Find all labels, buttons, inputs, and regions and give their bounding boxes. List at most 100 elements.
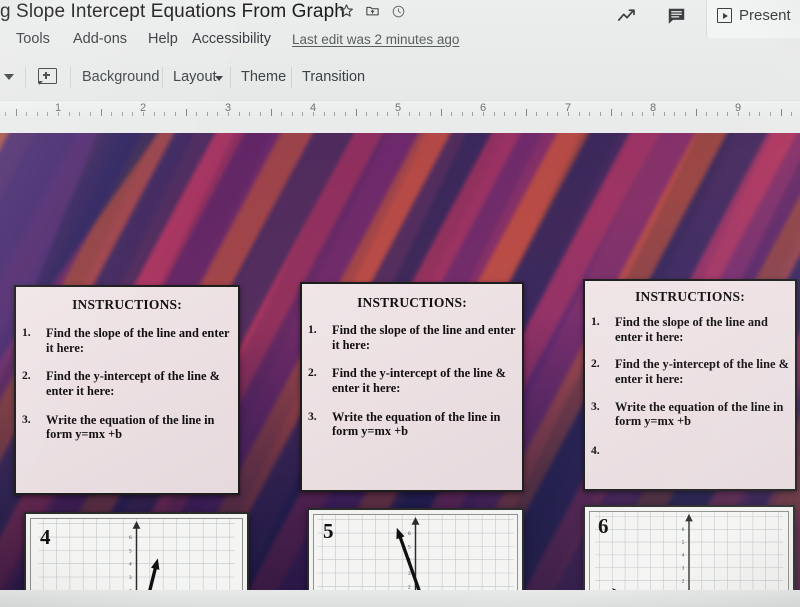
- last-edit-status[interactable]: Last edit was 2 minutes ago: [292, 32, 459, 47]
- ruler-tick: [642, 112, 644, 116]
- ruler-tick: [313, 112, 314, 116]
- ruler-tick: [281, 112, 283, 116]
- ruler-tick: [483, 112, 484, 116]
- ruler-tick: [398, 112, 399, 116]
- graph-svg-6: -6-5-4-3-2-1123456-6-5-4-3-2-11234560: [595, 512, 783, 590]
- ruler-tick: [259, 112, 261, 116]
- ruler-tick: [355, 109, 357, 116]
- instructions-heading: INSTRUCTIONS:: [635, 289, 745, 304]
- ruler-tick: [578, 112, 580, 116]
- layout-button[interactable]: Layout: [173, 69, 217, 85]
- window-bottom-strip: [0, 590, 800, 607]
- document-title[interactable]: g Slope Intercept Equations From Graph: [0, 1, 345, 23]
- background-button[interactable]: Background: [82, 69, 159, 85]
- layout-caret-icon[interactable]: [215, 76, 223, 81]
- menu-item-help[interactable]: Help: [148, 31, 178, 47]
- cloud-saved-icon: [391, 4, 406, 21]
- ruler-tick: [376, 112, 378, 116]
- instructions-list: 1. Find the slope of the line and enter …: [302, 323, 522, 439]
- ruler-tick: [291, 112, 293, 116]
- instruction-item: 2. Find the y-intercept of the line & en…: [585, 357, 795, 386]
- title-row: g Slope Intercept Equations From Graph P…: [0, 0, 800, 38]
- ruler-tick: [185, 109, 187, 116]
- svg-text:5: 5: [129, 548, 132, 554]
- ruler-tick: [748, 112, 750, 116]
- instructions-card-2[interactable]: INSTRUCTIONS: 1. Find the slope of the l…: [300, 282, 524, 492]
- instruction-text: Write the equation of the line in form y…: [332, 409, 501, 439]
- ruler-tick: [695, 109, 697, 116]
- instruction-text: Find the y-intercept of the line & enter…: [46, 369, 220, 398]
- instructions-card-3[interactable]: INSTRUCTIONS: 1. Find the slope of the l…: [583, 279, 797, 491]
- instruction-text: Find the slope of the line and enter it …: [615, 315, 768, 344]
- ruler-tick: [780, 109, 782, 116]
- instruction-number: 2.: [591, 357, 600, 371]
- ruler-tick: [302, 112, 304, 116]
- instructions-list: 1. Find the slope of the line and enter …: [16, 326, 238, 442]
- ruler-tick: [727, 112, 729, 116]
- ruler-tick: [68, 112, 70, 116]
- new-slide-icon[interactable]: [38, 68, 57, 85]
- ruler-tick: [440, 109, 442, 116]
- ruler-tick: [47, 112, 49, 116]
- instruction-text: Find the slope of the line and enter it …: [46, 326, 230, 355]
- svg-text:6: 6: [408, 531, 411, 537]
- slide-canvas[interactable]: INSTRUCTIONS: 1. Find the slope of the l…: [0, 133, 800, 590]
- horizontal-ruler[interactable]: 123456789: [0, 100, 800, 122]
- graph-label: 5: [323, 519, 334, 543]
- instruction-item: 1. Find the slope of the line and enter …: [16, 326, 238, 355]
- menu-item-accessibility[interactable]: Accessibility: [192, 31, 271, 47]
- graph-label: 6: [598, 514, 609, 538]
- ruler-tick: [610, 109, 612, 116]
- ruler-tick: [228, 112, 229, 116]
- menu-item-tools[interactable]: Tools: [16, 31, 50, 47]
- ruler-tick: [36, 112, 38, 116]
- ruler-tick: [419, 112, 421, 116]
- ruler-tick: [557, 112, 559, 116]
- graph-panel-4[interactable]: 4 -6-5-4-3-2-1123456-6-5-4-3-2-11234560: [24, 512, 249, 590]
- ruler-tick: [111, 112, 113, 116]
- toolbar-overflow-caret-icon[interactable]: [4, 74, 14, 80]
- instruction-item: 2. Find the y-intercept of the line & en…: [16, 369, 238, 398]
- ruler-tick: [132, 112, 134, 116]
- graph-panel-6[interactable]: 6 -6-5-4-3-2-1123456-6-5-4-3-2-11234560: [583, 505, 795, 590]
- instruction-text: Write the equation of the line in form y…: [46, 412, 215, 442]
- instructions-card-1[interactable]: INSTRUCTIONS: 1. Find the slope of the l…: [14, 285, 240, 495]
- menu-item-add-ons[interactable]: Add-ons: [73, 31, 127, 47]
- ruler-tick: [472, 112, 474, 116]
- star-icon[interactable]: [339, 3, 354, 20]
- instruction-number: 1.: [22, 326, 31, 339]
- theme-button[interactable]: Theme: [241, 69, 286, 85]
- ruler-tick: [387, 112, 389, 116]
- ruler-tick: [238, 112, 240, 116]
- svg-text:6: 6: [682, 527, 685, 533]
- ruler-tick: [791, 112, 793, 116]
- ruler-tick: [599, 112, 601, 116]
- svg-text:5: 5: [408, 544, 411, 550]
- instruction-text: Find the slope of the line and enter it …: [332, 323, 516, 352]
- ruler-tick: [738, 112, 739, 116]
- ruler-tick: [15, 109, 17, 116]
- svg-text:4: 4: [129, 562, 132, 568]
- svg-text:4: 4: [682, 553, 685, 559]
- instruction-item: 3. Write the equation of the line in for…: [16, 413, 238, 442]
- svg-text:2: 2: [682, 578, 685, 584]
- instruction-number: 4.: [591, 443, 600, 457]
- ruler-tick: [270, 109, 272, 116]
- instruction-item: 4.: [585, 443, 795, 457]
- instructions-heading: INSTRUCTIONS:: [357, 295, 467, 310]
- instruction-text: Find the y-intercept of the line & enter…: [332, 366, 506, 395]
- ruler-tick: [366, 112, 368, 116]
- ruler-tick: [89, 112, 91, 116]
- instruction-number: 3.: [22, 412, 31, 426]
- ruler-tick: [4, 112, 6, 116]
- instruction-item: 2. Find the y-intercept of the line & en…: [302, 366, 522, 395]
- svg-text:3: 3: [682, 566, 685, 572]
- instruction-number: 2.: [308, 366, 317, 380]
- slides-toolbar: Background Layout Theme Transition: [0, 59, 800, 97]
- graph-panel-5[interactable]: 5 -6-5-4-3-2-1123456-6-5-4-3-2-11234560: [307, 508, 524, 590]
- svg-text:5: 5: [682, 540, 685, 546]
- ruler-tick: [153, 112, 155, 116]
- move-to-folder-icon[interactable]: [365, 3, 380, 20]
- transition-button[interactable]: Transition: [302, 69, 365, 85]
- ruler-tick: [334, 112, 336, 116]
